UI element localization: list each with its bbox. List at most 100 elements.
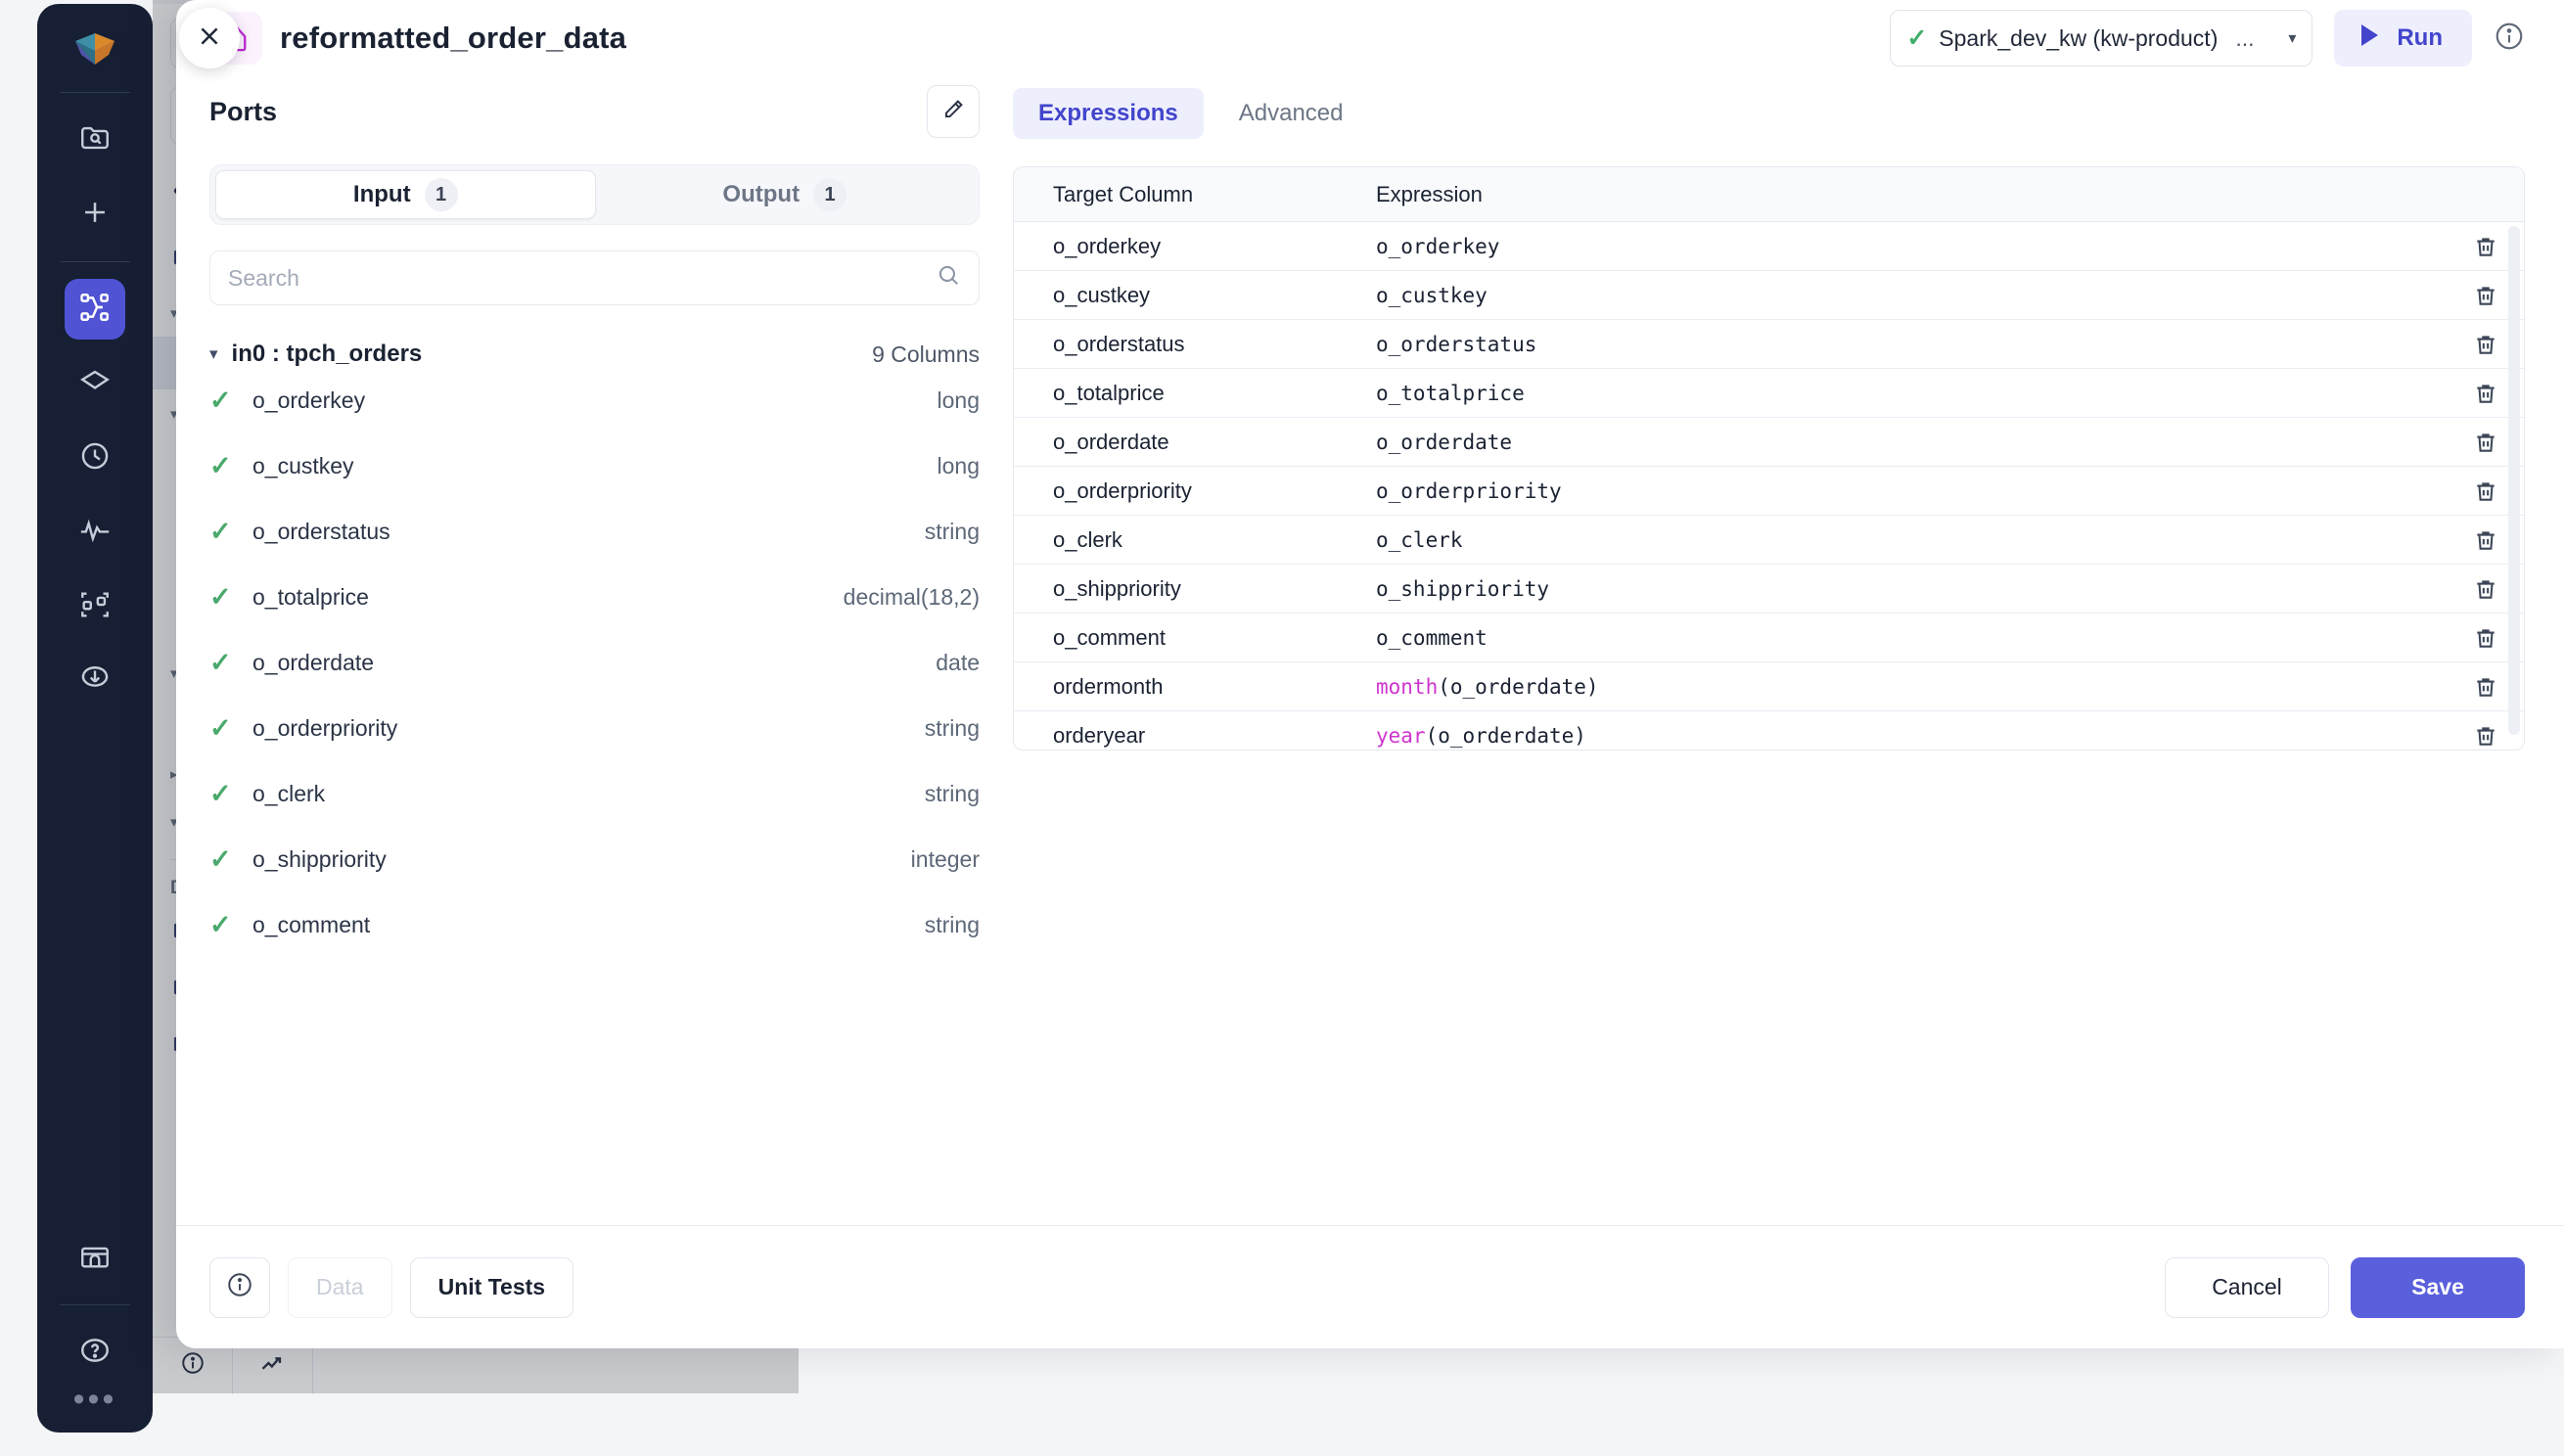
ports-search-input[interactable]: Search xyxy=(209,250,980,305)
column-type: string xyxy=(924,912,980,937)
table-row[interactable]: o_custkey o_custkey xyxy=(1014,271,2524,320)
sidebar-item-help[interactable] xyxy=(65,1322,125,1383)
sidebar-item-monitoring[interactable] xyxy=(65,502,125,563)
cell-expression[interactable]: o_comment xyxy=(1347,626,2448,650)
cell-target-column[interactable]: o_comment xyxy=(1014,625,1347,651)
rail-overflow-menu[interactable]: ••• xyxy=(73,1383,117,1416)
marketplace-store-icon xyxy=(78,1239,112,1277)
list-item[interactable]: ✓ o_totalprice decimal(18,2) xyxy=(209,565,980,630)
table-row[interactable]: o_comment o_comment xyxy=(1014,614,2524,662)
check-icon: ✓ xyxy=(209,517,232,546)
list-item[interactable]: ✓ o_clerk string xyxy=(209,761,980,827)
modal-footer: Data Unit Tests Cancel Save xyxy=(176,1225,2564,1348)
cell-target-column[interactable]: o_orderstatus xyxy=(1014,332,1347,357)
cell-target-column[interactable]: o_orderdate xyxy=(1014,430,1347,455)
edit-ports-button[interactable] xyxy=(927,85,980,138)
input-dataset-header[interactable]: ▾ in0 : tpch_orders 9 Columns xyxy=(209,341,980,368)
cell-target-column[interactable]: o_orderkey xyxy=(1014,234,1347,259)
close-modal-button[interactable] xyxy=(179,8,240,68)
cell-expression[interactable]: o_orderkey xyxy=(1347,235,2448,258)
trash-icon xyxy=(2477,335,2495,354)
cell-expression[interactable]: o_orderdate xyxy=(1347,431,2448,454)
help-question-icon xyxy=(78,1334,112,1372)
table-scrollbar[interactable] xyxy=(2508,226,2520,735)
sidebar-item-marketplace[interactable] xyxy=(65,1227,125,1288)
expressions-panel: Expressions Advanced Target Column Expre… xyxy=(1013,76,2525,1225)
sidebar-item-deploy[interactable] xyxy=(65,651,125,711)
sidebar-item-history[interactable] xyxy=(65,428,125,488)
cell-expression[interactable]: o_shippriority xyxy=(1347,577,2448,601)
cell-expression[interactable]: o_custkey xyxy=(1347,284,2448,307)
table-row[interactable]: o_totalprice o_totalprice xyxy=(1014,369,2524,418)
screen: ••• Search Project xyxy=(0,0,2564,1456)
cancel-button[interactable]: Cancel xyxy=(2165,1256,2329,1318)
sidebar-item-lineage[interactable] xyxy=(65,576,125,637)
environment-select[interactable]: ✓ Spark_dev_kw (kw-product) ... ▾ xyxy=(1890,10,2313,67)
table-row[interactable]: ordermonth month(o_orderdate) xyxy=(1014,662,2524,711)
list-item[interactable]: ✓ o_orderstatus string xyxy=(209,499,980,565)
cell-target-column[interactable]: o_orderpriority xyxy=(1014,478,1347,504)
table-row[interactable]: o_orderstatus o_orderstatus xyxy=(1014,320,2524,369)
gem-diamond-icon xyxy=(78,365,112,403)
ports-panel: Ports Input 1 Output 1 Search ▾ in0: tp… xyxy=(176,76,1013,1225)
check-icon: ✓ xyxy=(209,844,232,874)
modal-header-actions: ✓ Spark_dev_kw (kw-product) ... ▾ Run xyxy=(1890,10,2525,67)
expression-rest: o_orderdate xyxy=(1376,430,1513,454)
table-row[interactable]: o_orderdate o_orderdate xyxy=(1014,418,2524,467)
table-row[interactable]: o_orderpriority o_orderpriority xyxy=(1014,467,2524,516)
table-row[interactable]: o_clerk o_clerk xyxy=(1014,516,2524,565)
column-name: o_orderkey xyxy=(252,387,366,413)
table-row[interactable]: orderyear year(o_orderdate) xyxy=(1014,711,2524,750)
cell-target-column[interactable]: ordermonth xyxy=(1014,674,1347,700)
column-type: date xyxy=(936,650,980,675)
unit-tests-button[interactable]: Unit Tests xyxy=(409,1256,574,1318)
io-toggle-group: Input 1 Output 1 xyxy=(209,164,980,225)
cell-target-column[interactable]: o_clerk xyxy=(1014,527,1347,553)
list-item[interactable]: ✓ o_custkey long xyxy=(209,433,980,499)
cell-expression[interactable]: o_clerk xyxy=(1347,528,2448,552)
table-row[interactable]: o_shippriority o_shippriority xyxy=(1014,565,2524,614)
save-button[interactable]: Save xyxy=(2351,1256,2525,1318)
gem-config-modal: reformatted_order_data ✓ Spark_dev_kw (k… xyxy=(176,0,2564,1348)
cell-expression[interactable]: o_orderpriority xyxy=(1347,479,2448,503)
tab-input[interactable]: Input 1 xyxy=(215,170,596,219)
list-item[interactable]: ✓ o_shippriority integer xyxy=(209,827,980,892)
cell-expression[interactable]: year(o_orderdate) xyxy=(1347,724,2448,748)
modal-info-button[interactable] xyxy=(2494,21,2525,57)
rail-divider-top xyxy=(60,92,130,93)
left-icon-rail: ••• xyxy=(37,4,153,1433)
list-item[interactable]: ✓ o_orderdate date xyxy=(209,630,980,696)
check-icon: ✓ xyxy=(209,648,232,677)
cell-target-column[interactable]: o_totalprice xyxy=(1014,381,1347,406)
plus-icon xyxy=(78,196,112,234)
sidebar-item-pipelines[interactable] xyxy=(65,279,125,340)
list-item[interactable]: ✓ o_orderkey long xyxy=(209,368,980,433)
prophecy-logo-icon[interactable] xyxy=(65,22,125,76)
cell-target-column[interactable]: o_custkey xyxy=(1014,283,1347,308)
tab-advanced[interactable]: Advanced xyxy=(1213,88,1369,139)
list-item[interactable]: ✓ o_orderpriority string xyxy=(209,696,980,761)
input-column-list: ✓ o_orderkey long ✓ o_custkey long ✓ o_o… xyxy=(209,368,980,958)
sidebar-item-create[interactable] xyxy=(65,184,125,245)
run-button[interactable]: Run xyxy=(2334,10,2472,67)
tab-expressions[interactable]: Expressions xyxy=(1013,88,1204,139)
check-icon: ✓ xyxy=(209,451,232,480)
tab-output[interactable]: Output 1 xyxy=(596,170,975,219)
list-item[interactable]: ✓ o_comment string xyxy=(209,892,980,958)
column-type: string xyxy=(924,715,980,741)
cell-expression[interactable]: month(o_orderdate) xyxy=(1347,675,2448,699)
column-name: o_shippriority xyxy=(252,846,387,872)
run-button-label: Run xyxy=(2397,24,2443,51)
trash-icon xyxy=(2477,579,2495,599)
cell-expression[interactable]: o_orderstatus xyxy=(1347,333,2448,356)
sidebar-item-gems[interactable] xyxy=(65,353,125,414)
cell-expression[interactable]: o_totalprice xyxy=(1347,382,2448,405)
sidebar-item-browse[interactable] xyxy=(65,110,125,170)
trash-icon xyxy=(2477,286,2495,305)
footer-info-button[interactable] xyxy=(209,1256,270,1318)
column-header-target: Target Column xyxy=(1053,181,1194,206)
cell-target-column[interactable]: o_shippriority xyxy=(1014,576,1347,602)
ports-search-placeholder: Search xyxy=(228,264,299,291)
table-row[interactable]: o_orderkey o_orderkey xyxy=(1014,222,2524,271)
cell-target-column[interactable]: orderyear xyxy=(1014,723,1347,749)
